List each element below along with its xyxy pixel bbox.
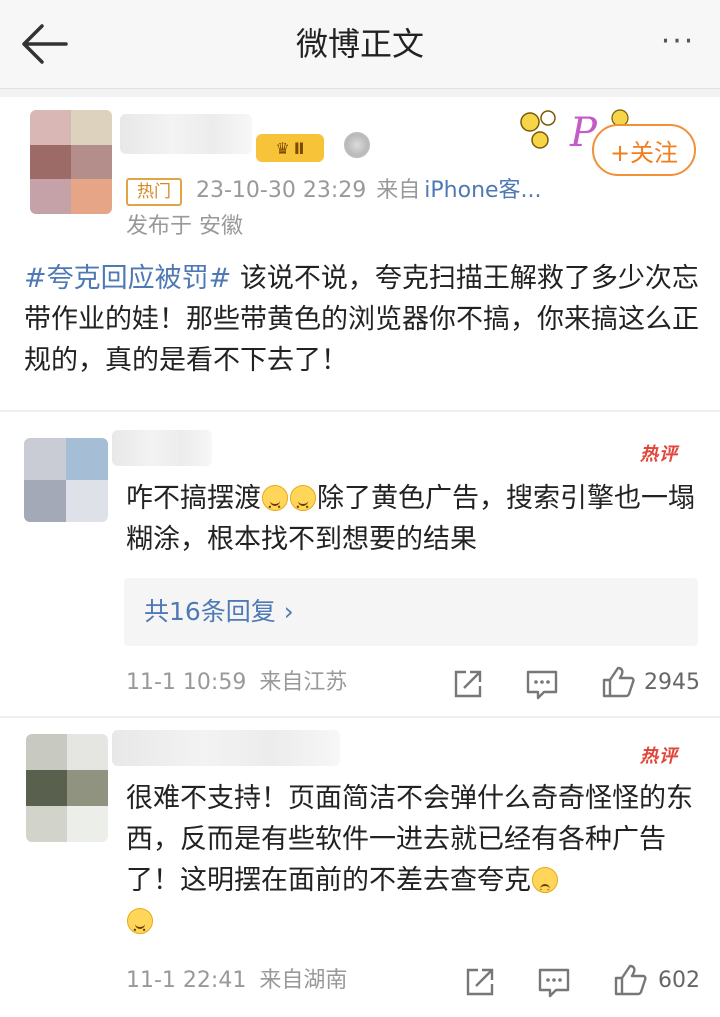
hot-comment-badge: 热评 [640, 746, 678, 767]
commenter-name[interactable] [112, 430, 212, 466]
smile-emoji-icon [262, 485, 288, 528]
divider [0, 716, 720, 718]
section-gap [0, 89, 720, 97]
comment-icon[interactable] [522, 666, 562, 702]
member-level-badge: ♛ Ⅱ [256, 134, 324, 162]
page-title: 微博正文 [295, 25, 424, 63]
commenter-avatar[interactable] [24, 438, 108, 522]
share-icon[interactable] [460, 964, 500, 1000]
hot-comment-badge: 热评 [640, 444, 678, 465]
cry-emoji-icon [532, 867, 558, 910]
comment-text-part: 很难不支持！页面简洁不会弹什么奇奇怪怪的东西，反而是有些软件一进去就已经有各种广… [126, 783, 693, 896]
back-button[interactable] [16, 20, 72, 68]
comment-location: 来自江苏 [259, 670, 348, 695]
post-author-avatar[interactable] [30, 110, 112, 214]
commenter-name[interactable] [112, 730, 340, 766]
post-source-label: 来自 [376, 178, 421, 203]
member-level-label: Ⅱ [293, 138, 305, 158]
comment-meta: 11-1 10:59 来自江苏 [126, 666, 347, 700]
smile-emoji-icon [290, 485, 316, 528]
post-meta: 23-10-30 23:29 来自 iPhone客... [196, 174, 542, 208]
comment-time: 11-1 22:41 [126, 968, 247, 993]
comment-text-part: 咋不搞摆渡 [126, 483, 261, 514]
hashtag-link[interactable]: #夸克回应被罚# [24, 263, 231, 294]
thumbs-up-icon[interactable] [598, 664, 638, 700]
comment-icon[interactable] [534, 964, 574, 1000]
comment-body: 很难不支持！页面简洁不会弹什么奇奇怪怪的东西，反而是有些软件一进去就已经有各种广… [126, 778, 700, 951]
view-replies-button[interactable]: 共16条回复 › [124, 578, 698, 646]
post-author-name[interactable] [120, 114, 252, 154]
comment-location: 来自湖南 [259, 968, 348, 993]
comment-time: 11-1 10:59 [126, 670, 247, 695]
comment-meta: 11-1 22:41 来自湖南 [126, 964, 347, 998]
hot-tag-badge: 热门 [126, 178, 182, 206]
share-icon[interactable] [448, 666, 488, 702]
post-device-link[interactable]: iPhone客... [424, 178, 541, 203]
like-count: 602 [658, 968, 700, 993]
divider [0, 410, 720, 412]
post-body: #夸克回应被罚# 该说不说，夸克扫描王解救了多少次忘带作业的娃！那些带黄色的浏览… [24, 258, 700, 381]
more-options-button[interactable]: ··· [650, 27, 706, 60]
commenter-avatar[interactable] [26, 734, 108, 842]
smile-emoji-icon [127, 908, 153, 951]
comment-body: 咋不搞摆渡除了黄色广告，搜索引擎也一塌糊涂，根本找不到想要的结果 [126, 478, 700, 560]
post-location: 发布于 安徽 [126, 214, 243, 239]
follow-button[interactable]: +关注 [592, 124, 696, 176]
top-bar: 微博正文 ··· [0, 0, 720, 89]
medal-icon [344, 132, 370, 158]
thumbs-up-icon[interactable] [610, 962, 650, 998]
back-arrow-icon [22, 24, 68, 64]
like-count: 2945 [644, 670, 700, 695]
crown-icon: ♛ [275, 138, 290, 158]
post-time: 23-10-30 23:29 [196, 178, 367, 203]
